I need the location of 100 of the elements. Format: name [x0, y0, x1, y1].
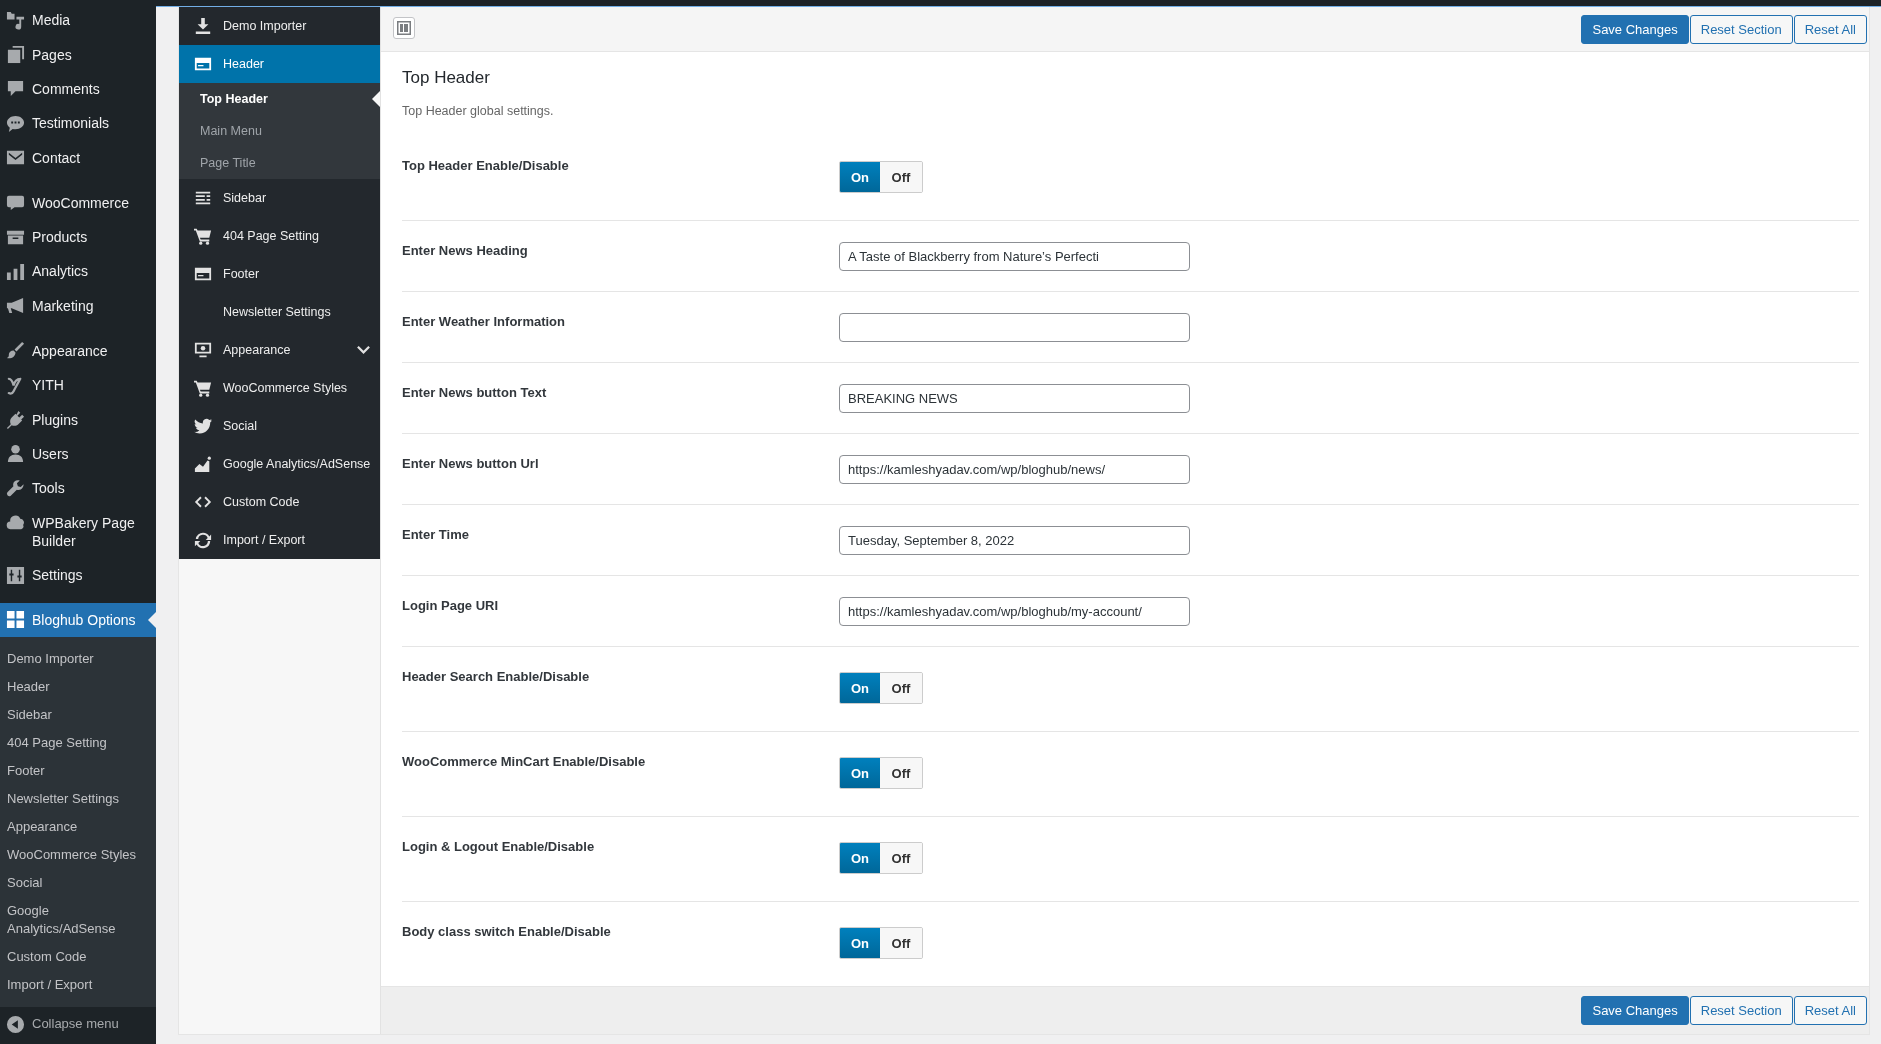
- text-input[interactable]: https://kamleshyadav.com/wp/bloghub/my-account/: [839, 597, 1190, 626]
- nav-item[interactable]: Sidebar: [179, 179, 380, 217]
- chevron-down-icon: [357, 346, 370, 354]
- nav-item[interactable]: Google Analytics/AdSense: [179, 445, 380, 483]
- menu-item[interactable]: Plugins: [0, 402, 156, 437]
- refresh-icon: [194, 531, 212, 549]
- nav-subitem[interactable]: Page Title: [179, 147, 380, 179]
- field-label: Login & Logout Enable/Disable: [402, 838, 595, 856]
- plug-icon: [6, 410, 25, 429]
- menu-item[interactable]: Tools: [0, 471, 156, 506]
- nav-subitem[interactable]: Main Menu: [179, 115, 380, 147]
- toggle-switch[interactable]: On Off: [839, 842, 923, 874]
- field-label: Header Search Enable/Disable: [402, 668, 590, 686]
- nav-item[interactable]: Newsletter Settings: [179, 293, 380, 331]
- menu-item[interactable]: Analytics: [0, 254, 156, 289]
- toggle-switch[interactable]: On Off: [839, 161, 923, 193]
- list-icon: [194, 189, 212, 207]
- field-label: Enter Time: [402, 526, 469, 544]
- menu-item[interactable]: Pages: [0, 37, 156, 72]
- field-label: WooCommerce MinCart Enable/Disable: [402, 753, 646, 771]
- nav-item[interactable]: Import / Export: [179, 521, 380, 559]
- reset-all-button[interactable]: Reset All: [1793, 15, 1867, 44]
- submenu-item[interactable]: Footer: [0, 757, 156, 786]
- on-button[interactable]: On: [840, 162, 880, 192]
- text-input[interactable]: https://kamleshyadav.com/wp/bloghub/news/: [839, 455, 1190, 484]
- submenu-item[interactable]: WooCommerce Styles: [0, 841, 156, 870]
- field-label: Enter News button Text: [402, 384, 547, 402]
- reset-section-button[interactable]: Reset Section: [1689, 996, 1793, 1025]
- nav-item[interactable]: Header: [179, 45, 380, 83]
- submenu-item[interactable]: Demo Importer: [0, 645, 156, 674]
- save-changes-button[interactable]: Save Changes: [1581, 15, 1689, 44]
- card-icon: [194, 265, 212, 283]
- menu-item[interactable]: Users: [0, 436, 156, 472]
- submenu-item[interactable]: Custom Code: [0, 943, 156, 972]
- text-input[interactable]: BREAKING NEWS: [839, 384, 1190, 413]
- menu-item[interactable]: WPBakery Page Builder: [0, 505, 156, 558]
- off-button[interactable]: Off: [880, 673, 922, 703]
- menu-item[interactable]: WooCommerce: [0, 185, 156, 220]
- download-icon: [194, 17, 212, 35]
- layout-button[interactable]: [393, 17, 415, 39]
- menu-item[interactable]: Marketing: [0, 288, 156, 323]
- menu-item[interactable]: Products: [0, 219, 156, 255]
- off-button[interactable]: Off: [880, 162, 922, 192]
- submenu-item[interactable]: Appearance: [0, 813, 156, 842]
- monitor-icon: [194, 341, 212, 359]
- field-label: Enter Weather Information: [402, 313, 565, 331]
- menu-item[interactable]: Testimonials: [0, 106, 156, 141]
- menu-item[interactable]: Bloghub Options: [0, 602, 156, 638]
- menu-item[interactable]: Contact: [0, 140, 156, 175]
- submenu-item[interactable]: Header: [0, 673, 156, 702]
- bar-chart-icon: [6, 261, 25, 281]
- on-button[interactable]: On: [840, 673, 880, 703]
- section-description: Top Header global settings.: [402, 103, 555, 120]
- person-icon: [6, 444, 25, 464]
- text-input[interactable]: A Taste of Blackberry from Nature’s Perfecti: [839, 242, 1190, 271]
- on-button[interactable]: On: [840, 758, 880, 788]
- toggle-switch[interactable]: On Off: [839, 757, 923, 789]
- field-label: Top Header Enable/Disable: [402, 157, 569, 175]
- submenu-item[interactable]: Import / Export: [0, 971, 156, 1000]
- on-button[interactable]: On: [840, 928, 880, 958]
- card-icon: [194, 55, 212, 73]
- submenu-item[interactable]: Sidebar: [0, 701, 156, 730]
- off-button[interactable]: Off: [880, 758, 922, 788]
- toggle-switch[interactable]: On Off: [839, 672, 923, 704]
- off-button[interactable]: Off: [880, 928, 922, 958]
- menu-item[interactable]: Appearance: [0, 333, 156, 368]
- menu-item[interactable]: Media: [0, 3, 156, 38]
- menu-item[interactable]: YITH: [0, 367, 156, 403]
- field-label: Body class switch Enable/Disable: [402, 923, 611, 941]
- photo-music-icon: [6, 10, 25, 30]
- text-input[interactable]: [839, 313, 1190, 342]
- grid-icon: [6, 610, 25, 630]
- cart-icon: [194, 227, 212, 245]
- menu-item[interactable]: Comments: [0, 71, 156, 107]
- nav-item[interactable]: Demo Importer: [179, 7, 380, 45]
- nav-item[interactable]: Custom Code: [179, 483, 380, 521]
- nav-item[interactable]: Social: [179, 407, 380, 445]
- nav-item[interactable]: WooCommerce Styles: [179, 369, 380, 407]
- field-label: Enter News button Url: [402, 455, 539, 473]
- nav-item[interactable]: Appearance: [179, 331, 380, 369]
- section-title: Top Header: [402, 67, 491, 89]
- reset-section-button[interactable]: Reset Section: [1689, 15, 1793, 44]
- off-button[interactable]: Off: [880, 843, 922, 873]
- pointer-icon: [148, 611, 156, 628]
- reset-all-button[interactable]: Reset All: [1793, 996, 1867, 1025]
- submenu-item[interactable]: Newsletter Settings: [0, 785, 156, 814]
- chat-dots-icon: [6, 113, 25, 133]
- nav-item[interactable]: Footer: [179, 255, 380, 293]
- toggle-switch[interactable]: On Off: [839, 927, 923, 959]
- megaphone-icon: [6, 296, 25, 316]
- submenu-item[interactable]: Social: [0, 869, 156, 898]
- collapse-menu-button[interactable]: Collapse menu: [0, 1007, 156, 1042]
- on-button[interactable]: On: [840, 843, 880, 873]
- nav-item[interactable]: 404 Page Setting: [179, 217, 380, 255]
- submenu-item[interactable]: Google Analytics/AdSense: [0, 897, 156, 944]
- layout-icon: [397, 21, 411, 35]
- text-input[interactable]: Tuesday, September 8, 2022: [839, 526, 1190, 555]
- save-changes-button[interactable]: Save Changes: [1581, 996, 1689, 1025]
- submenu-item[interactable]: 404 Page Setting: [0, 729, 156, 758]
- menu-item[interactable]: Settings: [0, 557, 156, 593]
